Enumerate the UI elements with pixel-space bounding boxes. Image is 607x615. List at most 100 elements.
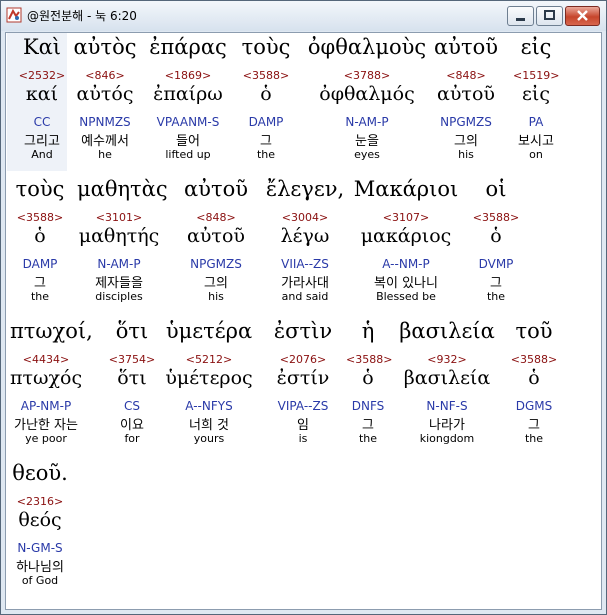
english-gloss: the: [486, 290, 506, 303]
word-block[interactable]: πτωχοί, <4434> πτωχός AP-NM-P 가난한 자는 ye poor: [10, 319, 93, 454]
word-block[interactable]: μαθητὰς <3101> μαθητής N-AM-P 제자들을 disciples: [77, 177, 168, 312]
parsing-code: VIPA--ZS: [277, 399, 329, 413]
app-window: @원전분해 - 눅 6:20 Καὶ <2532> καί CC 그리고 And αὐτὸς…: [0, 0, 607, 615]
parsing-code: DGMS: [515, 399, 553, 413]
lemma: αὐτοῦ: [187, 225, 245, 247]
strong-number: <3004>: [281, 211, 329, 224]
parsing-code: NPGMZS: [190, 257, 242, 271]
strong-number: <3588>: [510, 353, 558, 366]
word-block[interactable]: θεοῦ. <2316> θεός N-GM-S 하나님의 of God: [10, 461, 70, 596]
korean-gloss: 그: [260, 134, 272, 149]
lemma: βασιλεία: [403, 367, 491, 389]
greek-word: εἰς: [520, 35, 552, 59]
strong-number: <3588>: [242, 69, 290, 82]
korean-gloss: 임: [297, 418, 309, 433]
word-block[interactable]: ὑμετέρα <5212> ὑμέτερος A--NFYS 너희 것 yours: [164, 319, 254, 454]
parsing-code: CS: [124, 399, 140, 413]
word-block[interactable]: βασιλεία <932> βασιλεία N-NF-S 나라가 kiongdom: [393, 319, 501, 454]
window-title: @원전분해 - 눅 6:20: [27, 9, 137, 23]
word-block[interactable]: τοῦ <3588> ὁ DGMS 그 the: [509, 319, 559, 454]
english-gloss: lifted up: [165, 148, 211, 161]
strong-number: <3754>: [108, 353, 156, 366]
word-block[interactable]: τοὺς <3588> ὁ DAMP 그 the: [10, 177, 70, 312]
parsing-code: VIIA--ZS: [281, 257, 329, 271]
english-gloss: his: [458, 148, 474, 161]
word-block[interactable]: ἡ <3588> ὁ DNFS 그 the: [346, 319, 393, 454]
english-gloss: he: [98, 148, 112, 161]
korean-gloss: 이요: [120, 418, 144, 433]
word-block[interactable]: ἐπάρας <1869> ἐπαίρω VPAANM-S 들어 lifted up: [144, 35, 232, 170]
korean-gloss: 복이 있나니: [374, 276, 438, 291]
lemma: ἐστίν: [276, 367, 330, 389]
lemma: ὁ: [528, 367, 540, 389]
parsing-code: A--NM-P: [382, 257, 430, 271]
korean-gloss: 그: [490, 276, 502, 291]
strong-number: <5212>: [185, 353, 233, 366]
word-block[interactable]: αὐτοῦ <848> αὐτοῦ NPGMZS 그의 his: [431, 35, 501, 170]
word-block[interactable]: Καὶ <2532> καί CC 그리고 And: [12, 35, 72, 170]
korean-gloss: 들어: [176, 134, 200, 149]
korean-gloss: 눈을: [355, 134, 379, 149]
parsing-code: DNFS: [351, 399, 385, 413]
strong-number: <846>: [85, 69, 125, 82]
lemma: ὅτι: [117, 367, 147, 389]
strong-number: <2532>: [18, 69, 66, 82]
greek-word: οἱ: [485, 177, 507, 201]
korean-gloss: 가라사대: [281, 276, 329, 291]
word-block[interactable]: οἱ <3588> ὁ DVMP 그 the: [467, 177, 525, 312]
interlinear-panel: Καὶ <2532> καί CC 그리고 And αὐτὸς <846> αὐτός NPNMZ…: [5, 32, 602, 610]
word-block[interactable]: αὐτοῦ <848> αὐτοῦ NPGMZS 그의 his: [177, 177, 255, 312]
lemma: αὐτός: [76, 83, 134, 105]
english-gloss: disciples: [95, 290, 143, 303]
greek-word: ἐστὶν: [273, 319, 333, 343]
lemma: ὁ: [34, 225, 46, 247]
lemma: ὁ: [362, 367, 374, 389]
parsing-code: CC: [33, 115, 51, 129]
english-gloss: on: [529, 148, 543, 161]
strong-number: <1519>: [513, 69, 560, 82]
lemma: μακάριος: [360, 225, 452, 247]
english-gloss: for: [124, 432, 140, 445]
greek-word: ὀφθαλμοὺς: [307, 35, 427, 59]
korean-gloss: 제자들을: [95, 276, 143, 291]
parsing-code: N-AM-P: [345, 115, 389, 129]
strong-number: <3588>: [346, 353, 393, 366]
strong-number: <2316>: [16, 495, 64, 508]
english-gloss: kiongdom: [419, 432, 475, 445]
parsing-code: DAMP: [22, 257, 58, 271]
greek-word: ὑμετέρα: [165, 319, 253, 343]
close-button[interactable]: [565, 6, 600, 26]
english-gloss: And: [31, 148, 53, 161]
title-bar[interactable]: @원전분해 - 눅 6:20: [1, 1, 606, 31]
word-block[interactable]: Μακάριοι <3107> μακάριος A--NM-P 복이 있나니 Bless…: [351, 177, 461, 312]
lemma: μαθητής: [78, 225, 160, 247]
parsing-code: AP-NM-P: [20, 399, 72, 413]
greek-word: Καὶ: [22, 35, 62, 59]
minimize-button[interactable]: [507, 6, 534, 26]
word-block[interactable]: εἰς <1519> εἰς PA 보시고 on: [513, 35, 559, 170]
greek-word: τοὺς: [241, 35, 291, 59]
strong-number: <932>: [427, 353, 467, 366]
word-block[interactable]: τοὺς <3588> ὁ DAMP 그 the: [238, 35, 294, 170]
greek-word: τοῦ: [515, 319, 553, 343]
word-block[interactable]: ὅτι <3754> ὅτι CS 이요 for: [101, 319, 163, 454]
greek-word: ἔλεγεν,: [265, 177, 345, 201]
lemma: λέγω: [280, 225, 330, 247]
app-icon[interactable]: [6, 7, 22, 23]
strong-number: <4434>: [22, 353, 70, 366]
strong-number: <3101>: [95, 211, 143, 224]
english-gloss: is: [298, 432, 308, 445]
strong-number: <2076>: [279, 353, 327, 366]
parsing-code: N-GM-S: [17, 541, 63, 555]
korean-gloss: 너희 것: [188, 418, 229, 433]
word-block[interactable]: ὀφθαλμοὺς <3788> ὀφθαλμός N-AM-P 눈을 eyes: [307, 35, 427, 170]
lemma: καί: [25, 83, 59, 105]
maximize-button[interactable]: [536, 6, 563, 26]
word-block[interactable]: ἐστὶν <2076> ἐστίν VIPA--ZS 임 is: [259, 319, 347, 454]
english-gloss: and said: [281, 290, 329, 303]
word-block[interactable]: ἔλεγεν, <3004> λέγω VIIA--ZS 가라사대 and said: [264, 177, 346, 312]
parsing-code: N-NF-S: [426, 399, 468, 413]
word-block[interactable]: αὐτὸς <846> αὐτός NPNMZS 예수께서 he: [70, 35, 140, 170]
parsing-code: VPAANM-S: [156, 115, 220, 129]
korean-gloss: 그: [528, 418, 540, 433]
